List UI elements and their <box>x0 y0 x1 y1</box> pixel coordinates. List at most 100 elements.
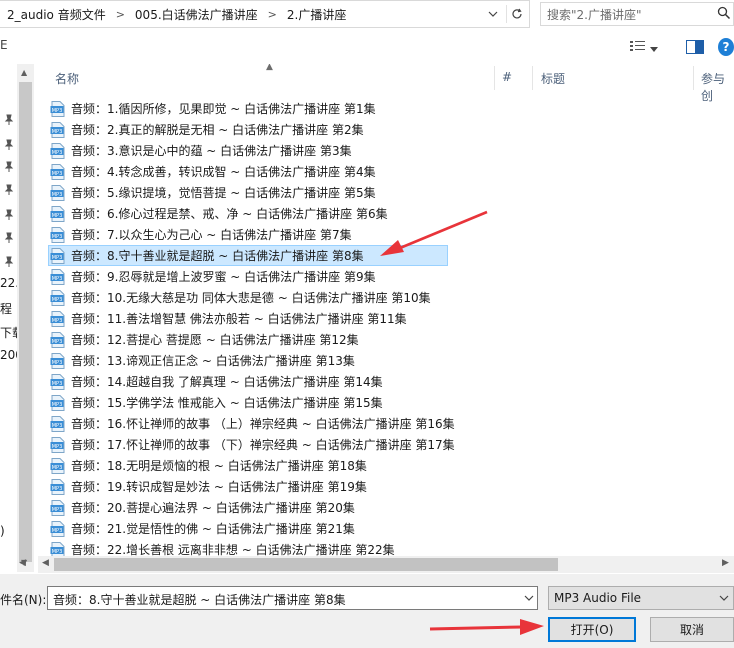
svg-text:MP3: MP3 <box>52 149 63 155</box>
list-item[interactable]: MP3 音频：17.怀让禅师的故事 （下）禅宗经典 ~ 白话佛法广播讲座 第17集 <box>50 434 455 455</box>
list-item[interactable]: MP3 音频：4.转念成善，转识成智 ~ 白话佛法广播讲座 第4集 <box>50 161 448 182</box>
file-name: 音频：1.循因所修，见果即觉 ~ 白话佛法广播讲座 第1集 <box>71 102 376 116</box>
cancel-button[interactable]: 取消 <box>650 617 734 642</box>
svg-text:MP3: MP3 <box>52 107 63 113</box>
scroll-left-icon[interactable]: ◀ <box>42 558 49 568</box>
list-item[interactable]: MP3 音频：19.转识成智是妙法 ~ 白话佛法广播讲座 第19集 <box>50 476 448 497</box>
mp3-file-icon: MP3 <box>50 499 66 516</box>
list-item[interactable]: MP3 音频：18.无明是烦恼的根 ~ 白话佛法广播讲座 第18集 <box>50 455 448 476</box>
chevron-down-icon[interactable] <box>524 591 534 604</box>
column-header-title[interactable]: 标题 <box>541 70 565 87</box>
file-name: 音频：9.忍辱就是增上波罗蜜 ~ 白话佛法广播讲座 第9集 <box>71 270 376 284</box>
column-divider[interactable] <box>494 66 495 90</box>
search-box[interactable] <box>540 2 734 27</box>
svg-text:MP3: MP3 <box>52 506 63 512</box>
change-view-button[interactable] <box>630 40 658 55</box>
breadcrumb-separator-icon[interactable]: > <box>109 8 132 21</box>
mp3-file-icon: MP3 <box>50 226 66 243</box>
list-item[interactable]: MP3 音频：20.菩提心遍法界 ~ 白话佛法广播讲座 第20集 <box>50 497 448 518</box>
list-item[interactable]: MP3 音频：21.觉是悟性的佛 ~ 白话佛法广播讲座 第21集 <box>50 518 448 539</box>
svg-text:MP3: MP3 <box>52 443 63 449</box>
list-item[interactable]: MP3 音频：5.缘识提境，觉悟菩提 ~ 白话佛法广播讲座 第5集 <box>50 182 448 203</box>
svg-text:MP3: MP3 <box>52 464 63 470</box>
nav-pane-scrollbar[interactable]: ▲ ▼ <box>17 64 34 572</box>
file-list[interactable]: ▲ 名称 # 标题 参与创 MP3 音频：1.循因所修，见果即觉 ~ 白话佛法广播… <box>38 64 734 556</box>
column-header-name[interactable]: 名称 <box>55 70 79 87</box>
mp3-file-icon: MP3 <box>50 247 66 264</box>
list-item[interactable]: MP3 音频：2.真正的解脱是无相 ~ 白话佛法广播讲座 第2集 <box>50 119 448 140</box>
pin-icon[interactable] <box>4 184 14 196</box>
scroll-left-icon[interactable]: ◀ <box>19 558 26 568</box>
list-item[interactable]: MP3 音频：16.怀让禅师的故事 （上）禅宗经典 ~ 白话佛法广播讲座 第16集 <box>50 413 455 434</box>
mp3-file-icon: MP3 <box>50 184 66 201</box>
chevron-down-icon[interactable] <box>719 591 729 604</box>
mp3-file-icon: MP3 <box>50 100 66 117</box>
svg-text:MP3: MP3 <box>52 170 63 176</box>
list-item[interactable]: MP3 音频：22.增长善根 远离非非想 ~ 白话佛法广播讲座 第22集 <box>50 539 448 556</box>
mp3-file-icon: MP3 <box>50 541 66 556</box>
search-input[interactable] <box>541 3 719 27</box>
list-item[interactable]: MP3 音频：15.学佛学法 惟戒能入 ~ 白话佛法广播讲座 第15集 <box>50 392 448 413</box>
chevron-down-icon[interactable] <box>484 5 502 23</box>
breadcrumb-item-audio[interactable]: 2_audio 音频文件 <box>4 6 109 23</box>
mp3-file-icon: MP3 <box>50 394 66 411</box>
pin-icon[interactable] <box>4 256 14 268</box>
breadcrumb-item-current[interactable]: 2.广播讲座 <box>284 6 349 23</box>
list-item[interactable]: MP3 音频：13.谛观正信正念 ~ 白话佛法广播讲座 第13集 <box>50 350 448 371</box>
svg-text:MP3: MP3 <box>52 275 63 281</box>
file-name: 音频：6.修心过程是禁、戒、净 ~ 白话佛法广播讲座 第6集 <box>71 207 388 221</box>
list-item[interactable]: MP3 音频：11.善法增智慧 佛法亦般若 ~ 白话佛法广播讲座 第11集 <box>50 308 448 329</box>
list-item[interactable]: MP3 音频：12.菩提心 菩提愿 ~ 白话佛法广播讲座 第12集 <box>50 329 448 350</box>
list-item[interactable]: MP3 音频：7.以众生心为己心 ~ 白话佛法广播讲座 第7集 <box>50 224 448 245</box>
file-name: 音频：19.转识成智是妙法 ~ 白话佛法广播讲座 第19集 <box>71 480 367 494</box>
scroll-right-icon[interactable]: ▶ <box>722 558 729 568</box>
list-item-selected[interactable]: MP3 音频：8.守十善业就是超脱 ~ 白话佛法广播讲座 第8集 <box>48 245 448 266</box>
pin-icon[interactable] <box>4 232 14 244</box>
mp3-file-icon: MP3 <box>50 310 66 327</box>
list-item[interactable]: MP3 音频：3.意识是心中的蕴 ~ 白话佛法广播讲座 第3集 <box>50 140 448 161</box>
help-icon[interactable]: ? <box>718 38 734 56</box>
search-icon[interactable] <box>717 6 731 23</box>
nav-pane-scrollbar-thumb[interactable] <box>19 82 32 562</box>
nav-item-fragment[interactable]: ) <box>0 524 5 538</box>
list-item[interactable]: MP3 音频：14.超越自我 了解真理 ~ 白话佛法广播讲座 第14集 <box>50 371 448 392</box>
pin-icon[interactable] <box>4 209 14 221</box>
list-item[interactable]: MP3 音频：6.修心过程是禁、戒、净 ~ 白话佛法广播讲座 第6集 <box>50 203 448 224</box>
filetype-select[interactable]: MP3 Audio File <box>548 586 734 610</box>
scroll-up-icon[interactable]: ▲ <box>21 68 27 77</box>
breadcrumb-item-series[interactable]: 005.白话佛法广播讲座 <box>132 6 261 23</box>
nav-item-fragment[interactable]: 程 <box>0 300 12 317</box>
breadcrumb-separator-icon[interactable]: > <box>261 8 284 21</box>
mp3-file-icon: MP3 <box>50 331 66 348</box>
file-name: 音频：16.怀让禅师的故事 （上）禅宗经典 ~ 白话佛法广播讲座 第16集 <box>71 417 455 431</box>
mp3-file-icon: MP3 <box>50 289 66 306</box>
list-item[interactable]: MP3 音频：1.循因所修，见果即觉 ~ 白话佛法广播讲座 第1集 <box>50 98 448 119</box>
address-bar[interactable]: 2_audio 音频文件 > 005.白话佛法广播讲座 > 2.广播讲座 <box>0 0 530 28</box>
pin-icon[interactable] <box>4 139 14 151</box>
svg-text:MP3: MP3 <box>52 359 63 365</box>
column-divider[interactable] <box>693 66 694 90</box>
refresh-icon[interactable] <box>506 5 527 23</box>
list-item[interactable]: MP3 音频：10.无缘大慈是功 同体大悲是德 ~ 白话佛法广播讲座 第10集 <box>50 287 448 308</box>
list-item[interactable]: MP3 音频：9.忍辱就是增上波罗蜜 ~ 白话佛法广播讲座 第9集 <box>50 266 448 287</box>
toolbar-organize-fragment[interactable]: E <box>0 38 8 52</box>
open-button[interactable]: 打开(O) <box>548 617 636 642</box>
horizontal-scrollbar[interactable]: ◀ ▶ <box>38 556 734 573</box>
column-header-row: ▲ 名称 # 标题 参与创 <box>38 64 734 103</box>
svg-text:MP3: MP3 <box>52 254 63 260</box>
svg-text:MP3: MP3 <box>52 296 63 302</box>
preview-pane-icon[interactable] <box>686 40 704 57</box>
pin-icon[interactable] <box>4 161 14 173</box>
mp3-file-icon: MP3 <box>50 142 66 159</box>
file-name: 音频：10.无缘大慈是功 同体大悲是德 ~ 白话佛法广播讲座 第10集 <box>71 291 431 305</box>
filename-input[interactable]: 音频：8.守十善业就是超脱 ~ 白话佛法广播讲座 第8集 <box>53 591 346 608</box>
file-name: 音频：13.谛观正信正念 ~ 白话佛法广播讲座 第13集 <box>71 354 355 368</box>
file-name: 音频：21.觉是悟性的佛 ~ 白话佛法广播讲座 第21集 <box>71 522 355 536</box>
horizontal-scrollbar-thumb[interactable] <box>54 558 558 571</box>
filename-combobox[interactable]: 音频：8.守十善业就是超脱 ~ 白话佛法广播讲座 第8集 <box>47 586 538 610</box>
file-name: 音频：15.学佛学法 惟戒能入 ~ 白话佛法广播讲座 第15集 <box>71 396 383 410</box>
pin-icon[interactable] <box>4 114 14 126</box>
mp3-file-icon: MP3 <box>50 163 66 180</box>
column-header-number[interactable]: # <box>502 70 512 84</box>
column-divider[interactable] <box>532 66 533 90</box>
